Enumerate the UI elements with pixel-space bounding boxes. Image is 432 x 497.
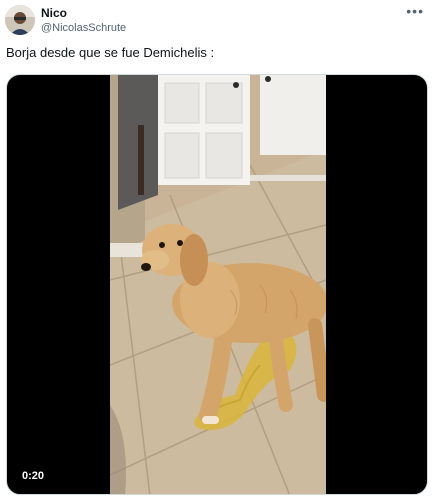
author-name[interactable]: Nico bbox=[41, 6, 67, 20]
video-player[interactable]: 0:20 bbox=[6, 74, 428, 495]
tweet-post: Nico @NicolasSchrute ••• Borja desde que… bbox=[0, 0, 432, 497]
author-handle[interactable]: @NicolasSchrute bbox=[41, 22, 126, 34]
tweet-text: Borja desde que se fue Demichelis : bbox=[6, 45, 215, 60]
avatar[interactable] bbox=[5, 5, 35, 35]
video-timestamp: 0:20 bbox=[17, 468, 50, 484]
video-frame bbox=[110, 75, 326, 494]
more-horizontal-icon[interactable]: ••• bbox=[406, 4, 424, 18]
